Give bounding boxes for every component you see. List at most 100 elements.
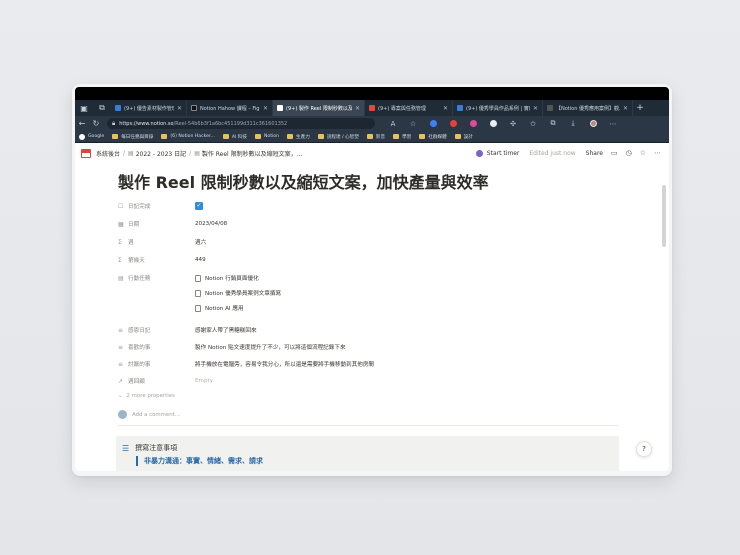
property-row: ≡ 討厭的事 將手機放在電腦旁，容易令我分心，所以還是需要將手機移動到其他房間 bbox=[118, 358, 374, 370]
download-icon[interactable]: ⤓ bbox=[567, 118, 579, 130]
more-menu-icon[interactable]: ⋯ bbox=[607, 118, 619, 130]
more-options-icon[interactable]: ⋯ bbox=[654, 149, 661, 157]
property-row: Σ週 週六 bbox=[118, 236, 206, 248]
tab-label: (9+) 製作 Reel 限制秒數以及... bbox=[286, 105, 352, 112]
comment-icon[interactable]: ▭ bbox=[611, 149, 618, 157]
quote-block[interactable]: 非暴力溝通：事實、情緒、需求、請求 bbox=[136, 456, 263, 466]
more-properties-toggle[interactable]: ⌄ 2 more properties bbox=[118, 393, 175, 399]
property-value[interactable]: 449 bbox=[195, 257, 206, 263]
breadcrumb-item[interactable]: 製作 Reel 限制秒數以及縮短文案，... bbox=[202, 149, 303, 158]
property-name[interactable]: ↗ 週回顧 bbox=[118, 377, 195, 386]
bookmark-label: Google bbox=[88, 134, 105, 139]
bookmark-folder[interactable]: 設計 bbox=[454, 134, 473, 140]
favorite-star-icon[interactable]: ☆ bbox=[640, 149, 646, 157]
bookmark-folder[interactable]: (6) Notion Hacker... bbox=[161, 134, 215, 139]
browser-tab-2[interactable]: Notion Hahow 課程 – Figma ✕ bbox=[187, 100, 273, 116]
property-value[interactable]: Empty bbox=[195, 378, 213, 384]
bookmark-folder[interactable]: AI 科技 bbox=[222, 134, 247, 140]
relation-item[interactable]: Notion AI 應用 bbox=[195, 304, 244, 312]
collections-icon[interactable]: ⧉ bbox=[547, 118, 559, 130]
bookmark-folder[interactable]: Notion bbox=[254, 134, 279, 139]
start-timer-button[interactable]: Start timer bbox=[487, 150, 520, 157]
chevron-down-icon: ⌄ bbox=[118, 393, 123, 399]
close-tab-icon[interactable]: ✕ bbox=[623, 105, 628, 112]
comment-placeholder: Add a comment... bbox=[132, 411, 180, 418]
relation-item[interactable]: Notion 優秀學員案例文章撰寫 bbox=[195, 289, 281, 297]
scrollbar[interactable] bbox=[662, 185, 666, 247]
tab-actions-icon[interactable]: ⧉ bbox=[93, 100, 111, 116]
property-value[interactable]: 週六 bbox=[195, 238, 206, 246]
formula-icon: Σ bbox=[118, 256, 122, 264]
breadcrumb-item[interactable]: 2022 - 2023 日記 bbox=[136, 149, 186, 158]
property-value[interactable]: 將手機放在電腦旁，容易令我分心，所以還是需要將手機移動到其他房間 bbox=[195, 360, 374, 368]
tab-favicon bbox=[547, 105, 553, 111]
browser-tab-1[interactable]: (9+) 優告素材製作管理 ✕ bbox=[111, 100, 187, 116]
callout-block[interactable]: ☰ 撰寫注意事項 非暴力溝通：事實、情緒、需求、請求 bbox=[116, 436, 619, 471]
back-icon[interactable]: ← bbox=[75, 116, 89, 131]
breadcrumb-item[interactable]: 系統後台 bbox=[96, 149, 120, 158]
property-name[interactable]: Σ週 bbox=[118, 238, 195, 247]
formula-icon: Σ bbox=[118, 238, 122, 246]
bookmark-folder[interactable]: 社群媒體 bbox=[419, 134, 447, 140]
extension-pink-icon[interactable] bbox=[467, 118, 479, 130]
page-title[interactable]: 製作 Reel 限制秒數以及縮短文案，加快產量與效率 bbox=[118, 169, 489, 193]
favorite-star-icon[interactable]: ☆ bbox=[407, 118, 419, 130]
browser-tab-5[interactable]: (9+) 優秀學員作品系例 | 實用 ✕ bbox=[453, 100, 543, 116]
url-input[interactable]: 🔒︎ https://www.notion.so /Reel-54b6b3f1a… bbox=[107, 118, 375, 129]
close-tab-icon[interactable]: ✕ bbox=[533, 105, 538, 112]
extension-red-icon[interactable] bbox=[447, 118, 459, 130]
done-checkbox[interactable]: ✓ bbox=[195, 202, 203, 210]
favorites-icon[interactable]: ✩ bbox=[527, 118, 539, 130]
close-tab-icon[interactable]: ✕ bbox=[263, 105, 268, 112]
read-aloud-icon[interactable]: A bbox=[387, 118, 399, 130]
tab-label: (9+) 專案與任務管理 bbox=[378, 105, 426, 112]
breadcrumb-separator: / bbox=[123, 149, 126, 157]
property-name[interactable]: ▦ 日期 bbox=[118, 220, 195, 229]
close-tab-icon[interactable]: ✕ bbox=[177, 105, 182, 112]
folder-icon bbox=[366, 134, 373, 139]
refresh-icon[interactable]: ↻ bbox=[89, 116, 103, 131]
browser-tab-4[interactable]: (9+) 專案與任務管理 ✕ bbox=[365, 100, 453, 116]
tab-label: (9+) 優告素材製作管理 bbox=[124, 105, 174, 112]
workspaces-icon[interactable]: ▣ bbox=[75, 100, 93, 116]
new-tab-icon[interactable]: + bbox=[633, 100, 647, 116]
property-value[interactable]: ✓ bbox=[195, 202, 203, 210]
bookmark-folder[interactable]: 學習 bbox=[393, 134, 411, 140]
bookmark-folder[interactable]: 生產力 bbox=[287, 134, 310, 140]
property-name[interactable]: ☐ 日記完成 bbox=[118, 202, 195, 211]
tab-favicon bbox=[457, 105, 463, 111]
extension-blue-icon[interactable] bbox=[427, 118, 439, 130]
extension-light-icon[interactable] bbox=[487, 118, 499, 130]
relation-label: Notion 行銷頁面優化 bbox=[205, 276, 259, 282]
property-name[interactable]: Σ 第幾天 bbox=[118, 256, 195, 265]
help-button[interactable]: ? bbox=[636, 441, 652, 457]
bookmark-google[interactable]: Google bbox=[79, 133, 105, 140]
add-comment-input[interactable]: Add a comment... bbox=[118, 410, 180, 419]
close-tab-icon[interactable]: ✕ bbox=[443, 105, 448, 112]
bookmark-label: AI 科技 bbox=[231, 134, 247, 140]
property-label: 行動任務 bbox=[128, 276, 151, 282]
share-button[interactable]: Share bbox=[586, 150, 603, 157]
property-name[interactable]: ≡ 討厭的事 bbox=[118, 360, 195, 369]
bookmark-folder[interactable]: 每日任務與目錄 bbox=[112, 134, 153, 140]
property-name[interactable]: ▤ 行動任務 bbox=[118, 274, 195, 283]
text-property-icon: ≡ bbox=[118, 326, 124, 334]
property-name[interactable]: ≡ 喜歡的事 bbox=[118, 343, 195, 352]
folder-icon bbox=[393, 134, 400, 139]
property-label: 週 bbox=[128, 240, 134, 246]
browser-tab-active[interactable]: (9+) 製作 Reel 限制秒數以及... ✕ bbox=[273, 100, 365, 116]
puzzle-icon[interactable]: ✣ bbox=[507, 118, 519, 130]
property-value[interactable]: 感謝家人帶了黑糖糕回來 bbox=[195, 326, 257, 334]
history-icon[interactable]: ◷ bbox=[626, 149, 632, 157]
bookmark-folder[interactable]: 說程達 / 心智塑 bbox=[317, 134, 359, 140]
browser-tab-6[interactable]: 【Notion 優秀應用案例】觀... ✕ bbox=[543, 100, 633, 116]
profile-avatar[interactable] bbox=[587, 118, 599, 130]
property-value[interactable]: 製作 Notion 貼文速度提升了不少，可以將這個流程記錄下來 bbox=[195, 343, 346, 351]
calendar-icon: ▦ bbox=[118, 220, 124, 228]
bookmark-folder[interactable]: 影音 bbox=[366, 134, 385, 140]
close-tab-icon[interactable]: ✕ bbox=[355, 105, 360, 112]
relation-item[interactable]: Notion 行銷頁面優化 bbox=[195, 274, 259, 282]
property-value[interactable]: 2023/04/08 bbox=[195, 221, 227, 227]
arrow-up-right-icon: ↗ bbox=[118, 377, 124, 385]
property-name[interactable]: ≡ 感恩日記 bbox=[118, 326, 195, 335]
